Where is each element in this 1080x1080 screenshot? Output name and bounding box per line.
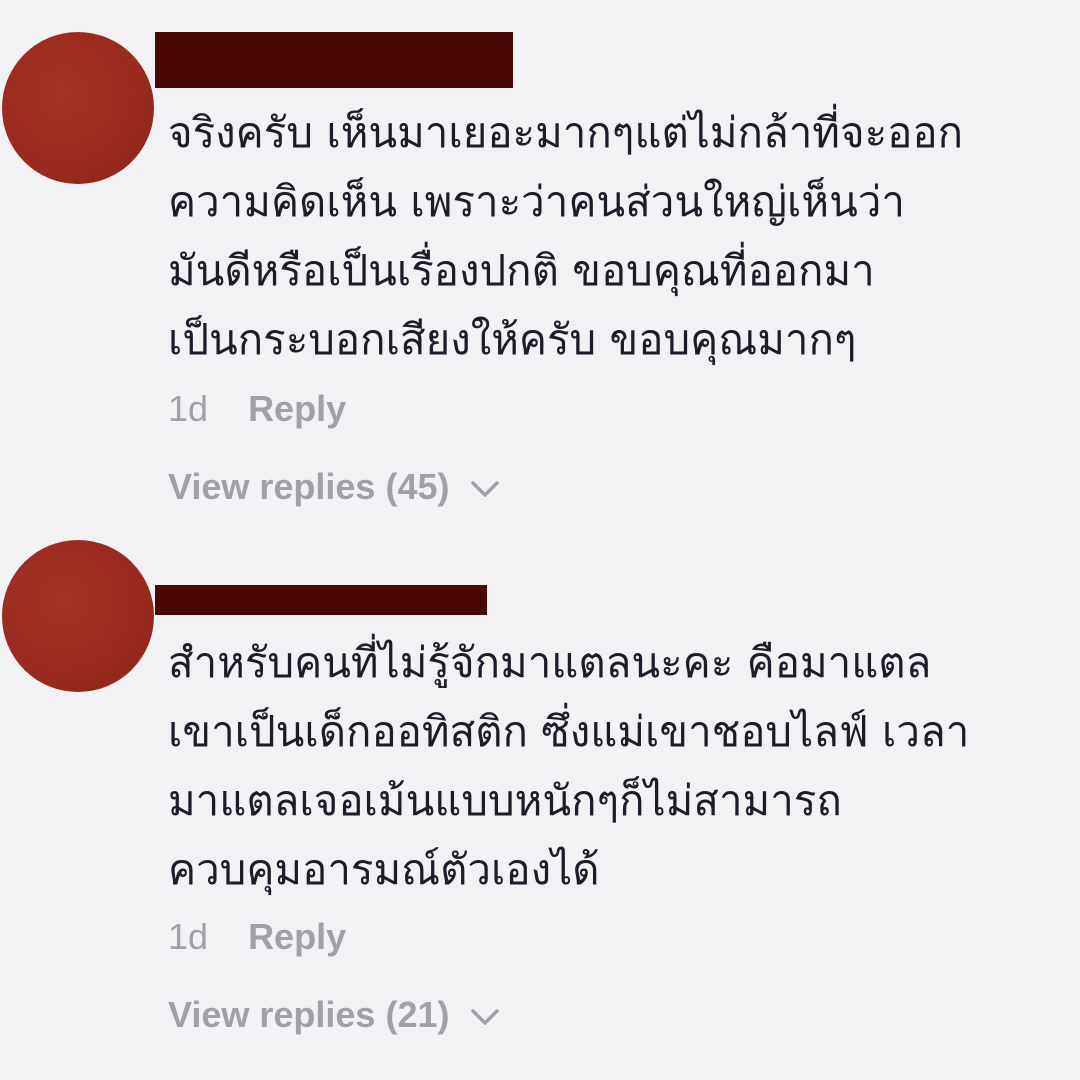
comment-meta: 1d Reply [168,916,346,958]
comment-body: สำหรับคนที่ไม่รู้จักมาแตลนะคะ คือมาแตล เ… [168,628,1068,904]
view-replies-label: View replies (21) [168,994,450,1035]
avatar[interactable] [2,540,154,692]
comment-line: เขาเป็นเด็กออทิสติก ซึ่งแม่เขาชอบไลฟ์ เว… [168,707,970,756]
comment-line: มาแตลเจอเม้นแบบหนักๆก็ไม่สามารถ [168,776,842,825]
comment-item: สำหรับคนที่ไม่รู้จักมาแตลนะคะ คือมาแตล เ… [0,0,1080,1080]
comment-line: สำหรับคนที่ไม่รู้จักมาแตลนะคะ คือมาแตล [168,638,932,687]
view-replies-button[interactable]: View replies (21) [168,994,500,1036]
comment-line: ควบคุมอารมณ์ตัวเองได้ [168,845,600,894]
redacted-username[interactable] [155,585,487,615]
username-partial [168,572,248,582]
reply-button[interactable]: Reply [248,916,346,958]
chevron-down-icon [470,1009,499,1026]
timestamp: 1d [168,916,209,957]
